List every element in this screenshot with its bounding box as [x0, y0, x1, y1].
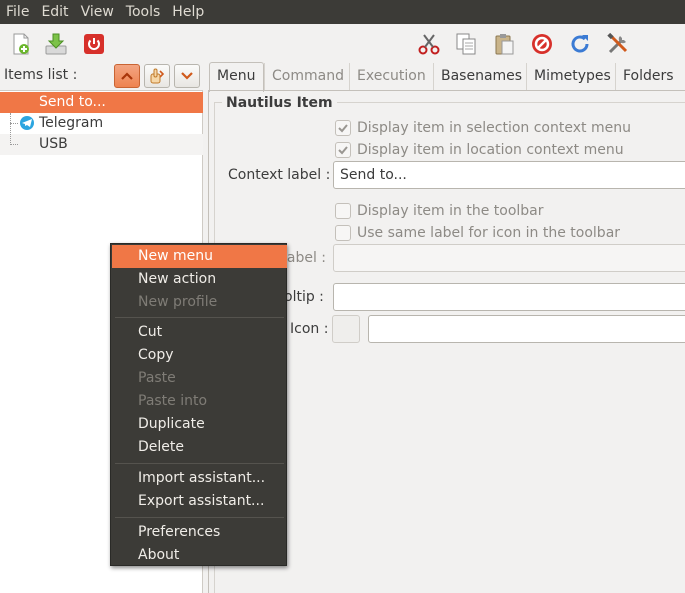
menu-edit[interactable]: Edit: [35, 0, 74, 24]
menu-file[interactable]: File: [0, 0, 35, 24]
tree-item-label: Send to...: [39, 94, 106, 110]
display-toolbar-label: Display item in the toolbar: [357, 203, 544, 219]
telegram-icon: [20, 116, 34, 130]
tab-execution[interactable]: Execution: [349, 63, 433, 91]
checkmark-icon: [335, 120, 351, 136]
ctx-separator: [115, 317, 284, 318]
menu-view[interactable]: View: [75, 0, 120, 24]
quit-power-icon[interactable]: [80, 30, 108, 58]
display-toolbar-checkbox[interactable]: Display item in the toolbar: [335, 201, 544, 221]
ctx-separator: [115, 517, 284, 518]
tree-item-label: Telegram: [39, 115, 104, 131]
move-down-button[interactable]: [174, 64, 200, 88]
cut-scissors-icon[interactable]: [415, 30, 443, 58]
icon-path-input[interactable]: [368, 315, 685, 343]
chevron-down-icon: [181, 72, 193, 80]
ctx-new-action[interactable]: New action: [112, 268, 287, 291]
tree-item-telegram[interactable]: Telegram: [0, 113, 203, 134]
tree-connector: [10, 144, 18, 145]
display-location-label: Display item in location context menu: [357, 142, 624, 158]
ctx-export-assistant[interactable]: Export assistant...: [112, 490, 287, 513]
ctx-preferences[interactable]: Preferences: [112, 521, 287, 544]
tree-connector: [10, 113, 11, 145]
display-selection-label: Display item in selection context menu: [357, 120, 631, 136]
tab-mimetypes[interactable]: Mimetypes: [526, 63, 615, 91]
move-up-button[interactable]: [114, 64, 140, 88]
save-download-icon[interactable]: [42, 30, 70, 58]
tooltip-label: oltip :: [284, 289, 324, 305]
ctx-cut[interactable]: Cut: [112, 321, 287, 344]
checkbox-box: [335, 203, 351, 219]
tab-basenames[interactable]: Basenames: [433, 63, 526, 91]
copy-icon[interactable]: [452, 30, 480, 58]
checkmark-icon: [335, 142, 351, 158]
ctx-about[interactable]: About: [112, 544, 287, 567]
tab-bar: Menu Command Execution Basenames Mimetyp…: [208, 62, 685, 92]
toolbar: [0, 24, 685, 62]
ctx-import-assistant[interactable]: Import assistant...: [112, 467, 287, 490]
context-menu: New menu New action New profile Cut Copy…: [110, 243, 287, 566]
icon-label: Icon :: [290, 321, 329, 337]
preferences-tools-icon[interactable]: [604, 30, 632, 58]
ctx-new-menu[interactable]: New menu: [112, 245, 287, 268]
checkbox-box: [335, 225, 351, 241]
hand-drag-icon: [150, 68, 165, 84]
nautilus-item-title: Nautilus Item: [222, 94, 337, 112]
ctx-paste-into[interactable]: Paste into: [112, 390, 287, 413]
move-into-button[interactable]: [144, 64, 170, 88]
tab-menu[interactable]: Menu: [209, 62, 264, 92]
same-label-label: Use same label for icon in the toolbar: [357, 225, 621, 241]
toolbar-label-input[interactable]: [333, 244, 685, 272]
tree-item-send-to[interactable]: Send to...: [0, 92, 203, 113]
context-label-label: Context label :: [228, 167, 331, 183]
menu-help[interactable]: Help: [166, 0, 210, 24]
tab-folders[interactable]: Folders: [615, 63, 685, 91]
ctx-duplicate[interactable]: Duplicate: [112, 413, 287, 436]
menu-tools[interactable]: Tools: [120, 0, 167, 24]
context-label-input[interactable]: Send to...: [333, 161, 685, 189]
tree-connector: [10, 123, 18, 124]
delete-stop-icon[interactable]: [528, 30, 556, 58]
ctx-delete[interactable]: Delete: [112, 436, 287, 459]
tooltip-input[interactable]: [333, 283, 685, 311]
ctx-paste[interactable]: Paste: [112, 367, 287, 390]
new-document-icon[interactable]: [7, 30, 35, 58]
tab-command[interactable]: Command: [264, 63, 349, 91]
display-location-checkbox[interactable]: Display item in location context menu: [335, 140, 624, 160]
same-label-checkbox[interactable]: Use same label for icon in the toolbar: [335, 223, 620, 243]
menubar: File Edit View Tools Help: [0, 0, 685, 24]
paste-icon[interactable]: [490, 30, 518, 58]
chevron-up-icon: [121, 72, 133, 80]
tree-item-usb[interactable]: USB: [0, 134, 203, 155]
display-selection-checkbox[interactable]: Display item in selection context menu: [335, 118, 631, 138]
toolbar-label-label: label :: [283, 250, 327, 266]
ctx-separator: [115, 463, 284, 464]
reload-icon[interactable]: [566, 30, 594, 58]
items-list-label: Items list :: [4, 67, 78, 83]
icon-picker-button[interactable]: [332, 315, 360, 343]
ctx-copy[interactable]: Copy: [112, 344, 287, 367]
ctx-new-profile[interactable]: New profile: [112, 291, 287, 314]
tree-item-label: USB: [39, 136, 68, 152]
